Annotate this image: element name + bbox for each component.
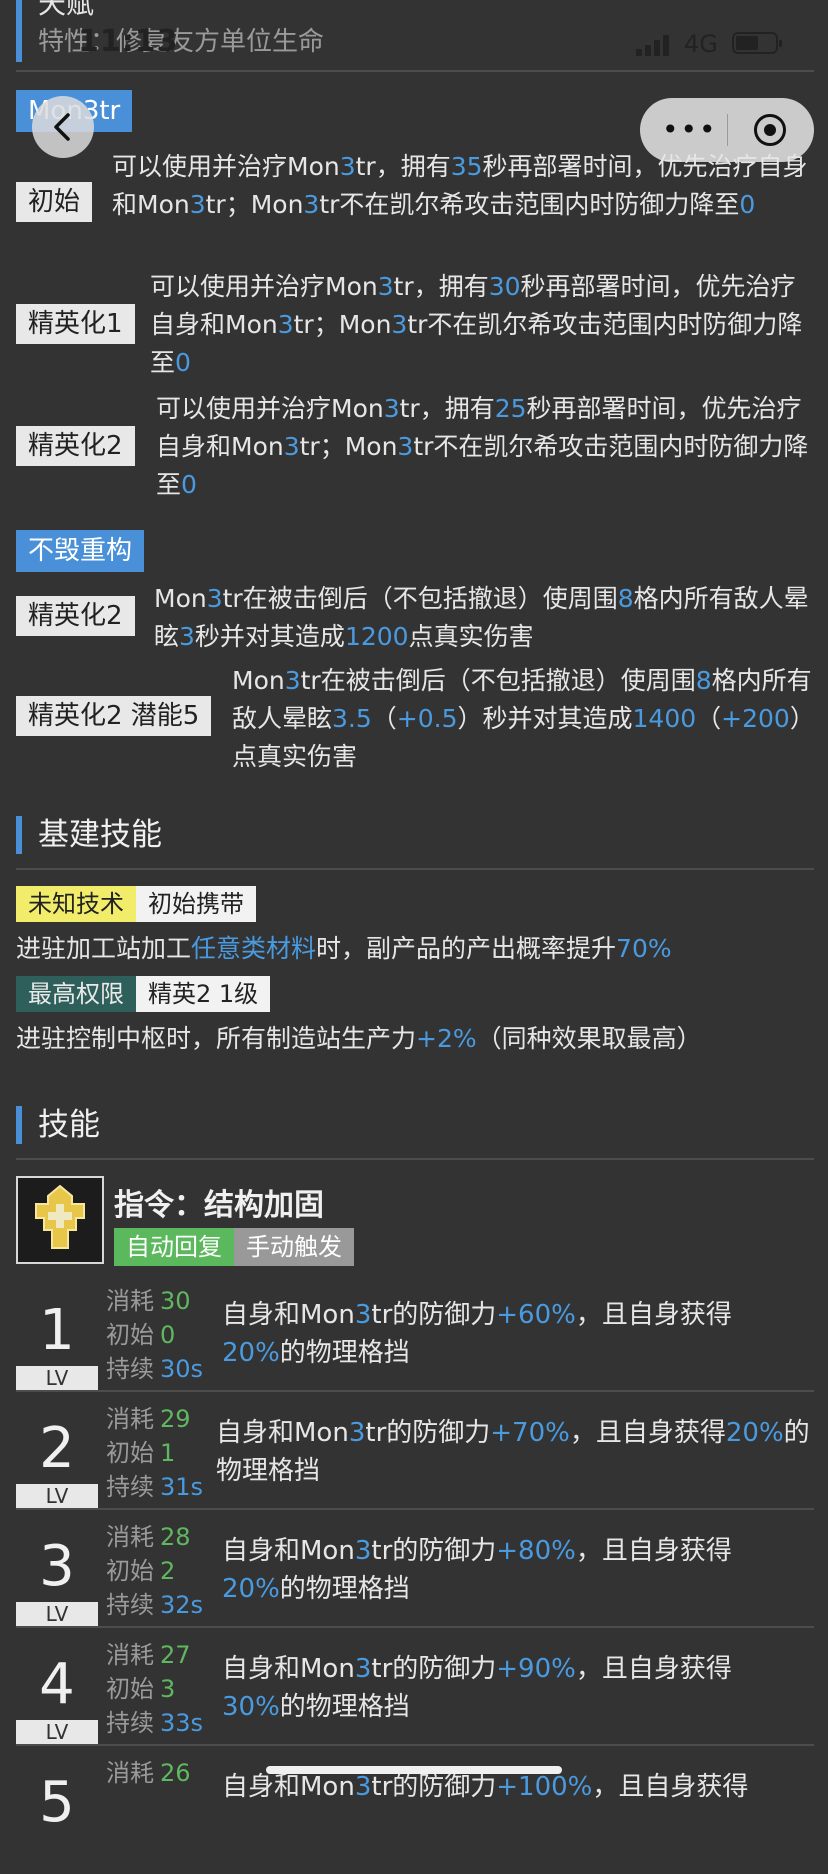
cost-label: 消耗 — [106, 1759, 154, 1787]
level-number: 1 — [39, 1298, 75, 1363]
lv-label: LV — [16, 1366, 98, 1390]
level-stats: 消耗 26 — [106, 1756, 191, 1790]
back-button[interactable] — [32, 96, 94, 158]
base-skills-title: 基建技能 — [16, 816, 162, 854]
level-stats: 消耗 28 初始 2 持续 32s — [106, 1520, 203, 1622]
duration-label: 持续 — [106, 1355, 154, 1383]
close-target-button[interactable] — [754, 114, 786, 146]
level-stats: 消耗 30 初始 0 持续 30s — [106, 1284, 203, 1386]
skill-level-row: 2 LV 消耗 29 初始 1 持续 31s 自身和Mon3tr的防御力+70%，且自… — [16, 1402, 816, 1520]
base-skill-tags: 未知技术 初始携带 — [16, 886, 256, 922]
level-number: 5 — [39, 1770, 75, 1835]
tier-badge: 精英化2 — [16, 426, 135, 466]
initial-value: 3 — [160, 1675, 176, 1703]
shield-icon — [16, 1176, 104, 1264]
initial-label: 初始 — [106, 1321, 154, 1349]
signal-icon — [636, 34, 670, 56]
tier-desc: Mon3tr在被击倒后（不包括撤退）使周围8格内所有敌人晕眩3秒并对其造成120… — [154, 584, 809, 651]
initial-value: 2 — [160, 1557, 176, 1585]
duration-label: 持续 — [106, 1473, 154, 1501]
divider — [16, 1158, 814, 1160]
initial-value: 0 — [160, 1321, 176, 1349]
cost-value: 29 — [160, 1405, 191, 1433]
initial-label: 初始 — [106, 1675, 154, 1703]
lv-label: LV — [16, 1720, 98, 1744]
duration-value: 32s — [160, 1591, 204, 1619]
cost-value: 26 — [160, 1759, 191, 1787]
divider — [16, 70, 814, 72]
cost-value: 27 — [160, 1641, 191, 1669]
tier-desc: 可以使用并治疗Mon3tr，拥有35秒再部署时间，优先治疗自身和Mon3tr；M… — [112, 152, 808, 219]
skill-level-row: 3 LV 消耗 28 初始 2 持续 32s 自身和Mon3tr的防御力+80%，且自… — [16, 1520, 816, 1638]
level-desc: 自身和Mon3tr的防御力+70%，且自身获得20%的物理格挡 — [216, 1418, 810, 1486]
duration-label: 持续 — [106, 1591, 154, 1619]
skill-level-row: 1 LV 消耗 30 初始 0 持续 30s 自身和Mon3tr的防御力+60%，且自… — [16, 1284, 816, 1402]
base-skill-unlock: 精英2 1级 — [136, 976, 271, 1012]
base-skill-name: 最高权限 — [16, 976, 136, 1012]
skill-level-row: 4 LV 消耗 27 初始 3 持续 33s 自身和Mon3tr的防御力+90%，且自… — [16, 1638, 816, 1756]
recovery-type-badge: 自动回复 — [114, 1228, 234, 1266]
capsule-divider — [727, 114, 728, 146]
divider — [16, 1508, 814, 1510]
divider — [16, 1626, 814, 1628]
trigger-type-badge: 手动触发 — [234, 1228, 354, 1266]
status-time: 11:13 — [78, 24, 179, 59]
level-desc: 自身和Mon3tr的防御力+80%，且自身获得20%的物理格挡 — [222, 1536, 732, 1604]
tier-badge: 精英化2 — [16, 596, 135, 636]
base-skill-tags: 最高权限 精英2 1级 — [16, 976, 271, 1012]
level-desc: 自身和Mon3tr的防御力+90%，且自身获得30%的物理格挡 — [222, 1654, 732, 1722]
lv-label: LV — [16, 1484, 98, 1508]
tier-badge: 精英化1 — [16, 304, 135, 344]
cost-label: 消耗 — [106, 1405, 154, 1433]
duration-value: 31s — [160, 1473, 204, 1501]
home-indicator[interactable] — [266, 1766, 562, 1774]
battery-icon — [732, 32, 782, 54]
tier-desc: 可以使用并治疗Mon3tr，拥有25秒再部署时间，优先治疗自身和Mon3tr；M… — [156, 394, 809, 499]
initial-label: 初始 — [106, 1439, 154, 1467]
more-button[interactable]: ••• — [662, 116, 716, 144]
cost-label: 消耗 — [106, 1287, 154, 1315]
tier-desc: Mon3tr在被击倒后（不包括撤退）使周围8格内所有敌人晕眩3.5（+0.5）秒… — [232, 666, 815, 771]
talent-name-rebuild: 不毁重构 — [16, 530, 145, 572]
divider — [16, 868, 814, 870]
skills-title: 技能 — [16, 1106, 100, 1144]
tier-desc: 可以使用并治疗Mon3tr，拥有30秒再部署时间，优先治疗自身和Mon3tr；M… — [150, 272, 803, 377]
duration-value: 30s — [160, 1355, 204, 1383]
cost-value: 30 — [160, 1287, 191, 1315]
network-label: 4G — [684, 30, 718, 58]
level-number: 2 — [39, 1416, 75, 1481]
level-number: 3 — [39, 1534, 75, 1599]
cost-label: 消耗 — [106, 1641, 154, 1669]
cost-value: 28 — [160, 1523, 191, 1551]
base-skill-desc: 进驻加工站加工任意类材料时，副产品的产出概率提升70% — [16, 934, 672, 963]
divider — [16, 1390, 814, 1392]
base-skill-name: 未知技术 — [16, 886, 136, 922]
level-stats: 消耗 29 初始 1 持续 31s — [106, 1402, 203, 1504]
cost-label: 消耗 — [106, 1523, 154, 1551]
chevron-left-icon — [54, 113, 70, 141]
duration-value: 33s — [160, 1709, 204, 1737]
base-skill-desc: 进驻控制中枢时，所有制造站生产力+2%（同种效果取最高） — [16, 1024, 702, 1053]
initial-label: 初始 — [106, 1557, 154, 1585]
level-number: 4 — [39, 1652, 75, 1717]
tier-badge: 初始 — [16, 182, 93, 222]
skill-name: 指令：结构加固 — [114, 1188, 324, 1223]
duration-label: 持续 — [106, 1709, 154, 1737]
initial-value: 1 — [160, 1439, 176, 1467]
level-stats: 消耗 27 初始 3 持续 33s — [106, 1638, 203, 1740]
talent-title: 天赋 — [16, 0, 816, 22]
divider — [16, 1744, 814, 1746]
level-desc: 自身和Mon3tr的防御力+60%，且自身获得20%的物理格挡 — [222, 1300, 732, 1368]
lv-label: LV — [16, 1602, 98, 1626]
base-skill-unlock: 初始携带 — [136, 886, 256, 922]
skill-tags: 自动回复 手动触发 — [114, 1228, 354, 1266]
tier-badge: 精英化2 潜能5 — [16, 696, 212, 736]
